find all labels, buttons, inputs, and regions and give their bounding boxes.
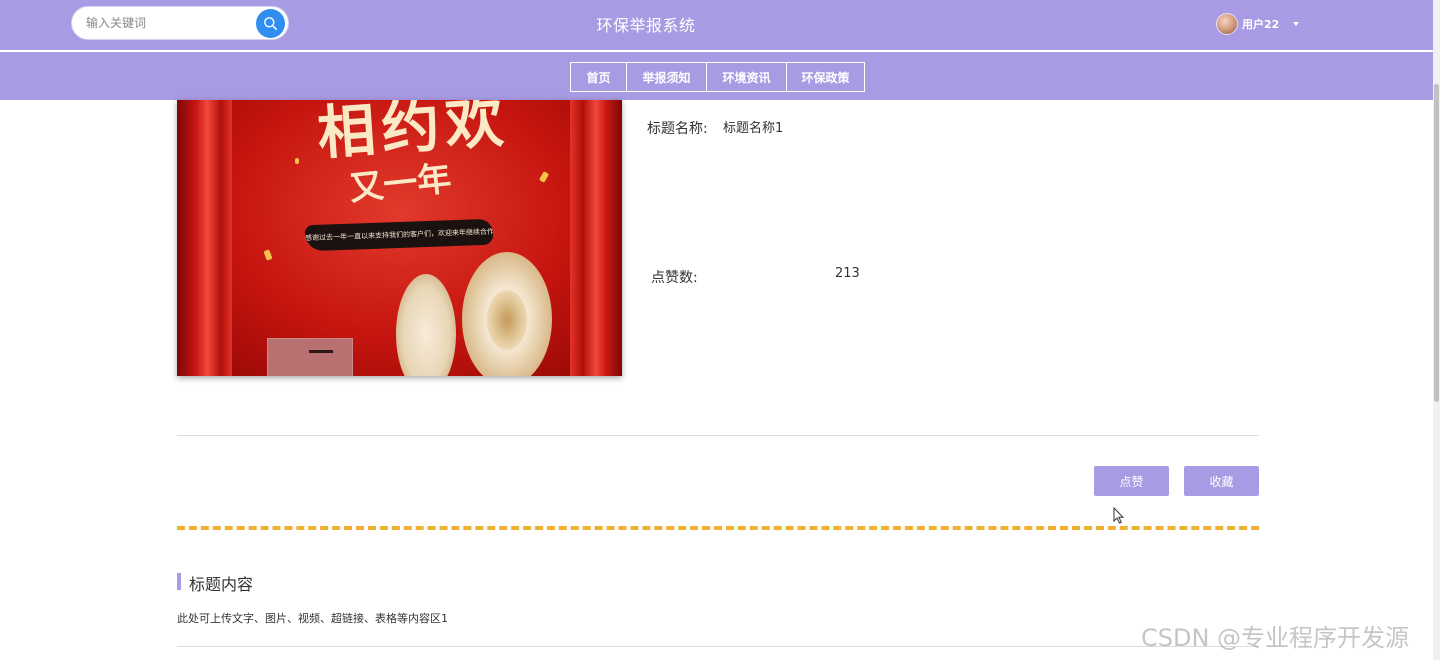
title-label: 标题名称:	[647, 121, 708, 137]
gift-box	[267, 338, 353, 376]
like-button[interactable]: 点赞	[1094, 466, 1169, 496]
nav-bar: 首页 举报须知 环境资讯 环保政策	[0, 52, 1440, 100]
nav-item-env-news[interactable]: 环境资讯	[706, 62, 787, 92]
section-accent-bar	[177, 573, 181, 590]
divider	[177, 435, 1259, 436]
image-banner-text: 感谢过去一年一直以来支持我们的客户们，欢迎来年继续合作，祝你大吉！	[304, 218, 494, 252]
favorite-button[interactable]: 收藏	[1184, 466, 1259, 496]
caret-down-icon[interactable]	[1293, 22, 1300, 26]
watermark: CSDN @专业程序开发源	[1141, 624, 1410, 652]
top-header: 环保举报系统 用户22	[0, 0, 1440, 50]
title-value: 标题名称1	[723, 121, 784, 136]
nav-item-env-policy[interactable]: 环保政策	[786, 62, 865, 92]
main-nav: 首页 举报须知 环境资讯 环保政策	[570, 62, 865, 92]
avatar[interactable]	[1216, 13, 1238, 35]
image-calligraphy-line2: 又一年	[347, 158, 454, 210]
user-name[interactable]: 用户22	[1242, 16, 1279, 32]
detail-image: 相约欢 又一年 感谢过去一年一直以来支持我们的客户们，欢迎来年继续合作，祝你大吉…	[177, 100, 622, 376]
likes-label: 点赞数:	[651, 270, 698, 286]
nav-item-home[interactable]: 首页	[570, 62, 627, 92]
dashed-divider	[177, 526, 1259, 530]
curtain-left	[177, 100, 232, 376]
site-title: 环保举报系统	[596, 16, 696, 35]
nav-item-report-notice[interactable]: 举报须知	[626, 62, 707, 92]
sparkle	[263, 249, 273, 261]
bottom-divider	[177, 646, 1259, 647]
user-menu[interactable]: 用户22	[1216, 12, 1300, 36]
sparkle	[295, 158, 299, 164]
gift-box-slot	[309, 350, 333, 353]
curtain-right	[570, 100, 622, 376]
plate-center	[487, 290, 527, 350]
likes-value: 213	[835, 266, 860, 281]
section-title: 标题内容	[189, 575, 254, 594]
content-body: 此处可上传文字、图片、视频、超链接、表格等内容区1	[177, 612, 448, 625]
sparkle	[538, 171, 550, 183]
scrollbar[interactable]	[1433, 0, 1440, 660]
plate-left	[396, 274, 456, 376]
scrollbar-thumb[interactable]	[1434, 84, 1439, 402]
mouse-cursor-icon	[1113, 507, 1125, 524]
